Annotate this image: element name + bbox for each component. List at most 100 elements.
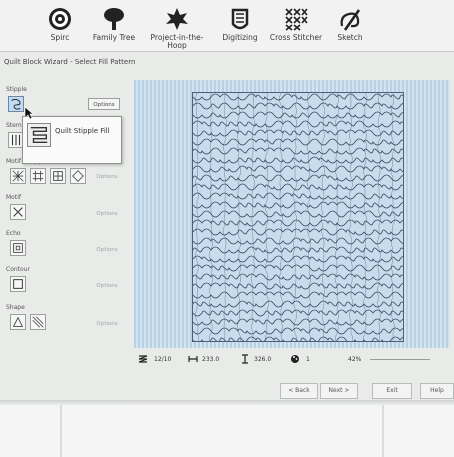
fill-preview-area[interactable]: [134, 80, 450, 348]
shape-options-button[interactable]: Options: [92, 318, 122, 330]
tool-digitizing[interactable]: Digitizing: [212, 6, 268, 52]
dialog-title: Quilt Block Wizard - Select Fill Pattern: [4, 58, 136, 66]
stipple-line: [192, 282, 410, 290]
motif-options-button[interactable]: Options: [92, 171, 122, 183]
stipple-line: [192, 228, 410, 236]
tool-spirc[interactable]: Spirc: [32, 6, 88, 52]
diamond-icon: [72, 170, 84, 182]
desk-surface: [0, 405, 454, 457]
next-button[interactable]: Next >: [320, 383, 358, 399]
tool-cross-stitcher[interactable]: Cross Stitcher: [268, 6, 324, 52]
stipple-line: [192, 255, 410, 263]
cross-stitch-icon: [285, 8, 308, 31]
stitch-count-value: 12/10: [154, 356, 172, 363]
height-value: 326.0: [254, 356, 272, 363]
motif-fill-option[interactable]: [10, 168, 26, 184]
stipple-line: [292, 92, 298, 346]
echo-icon: [13, 243, 23, 253]
stem-icon: [11, 134, 21, 146]
tooltip-thumbnail: [27, 123, 51, 147]
width-icon: [188, 356, 198, 362]
fill-type-panel: Stipple Options Stem Motif / Stipple / C…: [4, 72, 130, 372]
tool-family-tree[interactable]: Family Tree: [86, 6, 142, 52]
tool-cross-stitcher-label: Cross Stitcher: [269, 33, 323, 42]
stipple-line: [222, 92, 228, 346]
contour-label: Contour: [6, 266, 30, 273]
tool-spirc-label: Spirc: [50, 33, 70, 42]
stipple-tooltip: Quilt Stipple Fill: [22, 116, 122, 164]
stipple-icon: [11, 98, 21, 110]
stipple-alt-option[interactable]: [30, 168, 46, 184]
grid-icon: [53, 171, 63, 181]
echo-options-button[interactable]: Options: [92, 244, 122, 256]
shape-label: Shape: [6, 304, 25, 311]
stipple-line: [192, 192, 410, 200]
motif2-options-button[interactable]: Options: [92, 208, 122, 220]
shape-fill-option[interactable]: [10, 314, 26, 330]
crosshatch-shape-icon: [32, 316, 44, 328]
stipple-line: [192, 246, 410, 254]
tool-sketch[interactable]: Sketch: [322, 6, 378, 52]
tool-sketch-label: Sketch: [337, 33, 363, 42]
sketch-icon: [340, 9, 361, 31]
help-button[interactable]: Help: [420, 383, 454, 399]
width-value: 233.0: [202, 356, 220, 363]
tool-project-label: Project-in-the-Hoop: [150, 33, 204, 50]
mouse-cursor-icon: [24, 106, 34, 120]
height-icon: [242, 354, 248, 364]
digitizing-icon: [231, 8, 249, 30]
tool-family-tree-label: Family Tree: [92, 33, 136, 42]
stipple-line: [192, 93, 410, 101]
status-bar: 12/10 233.0 326.0 1 42%: [134, 352, 454, 368]
motif-grid-icon: [12, 170, 24, 182]
motif-alt-option[interactable]: [70, 168, 86, 184]
stipple-label: Stipple: [6, 86, 27, 93]
stipple-line: [192, 237, 410, 245]
contour-icon: [13, 279, 23, 289]
motif-pattern-icon: [13, 207, 23, 217]
motif2-label: Motif: [6, 194, 21, 201]
top-toolbar: Spirc Family Tree Project-in-the-Hoop Di…: [0, 0, 454, 52]
echo-label: Echo: [6, 230, 21, 237]
stipple-line: [362, 92, 368, 346]
stipple-line: [192, 273, 410, 281]
zoom-value: 42%: [348, 356, 362, 363]
exit-button[interactable]: Exit: [372, 383, 412, 399]
stipple-line: [192, 120, 410, 128]
crosshatch-option[interactable]: [50, 168, 66, 184]
screen: Spirc Family Tree Project-in-the-Hoop Di…: [0, 0, 454, 405]
shape-icon: [12, 316, 24, 327]
stipple-preview-icon: [30, 126, 48, 144]
spiral-icon: [49, 8, 71, 30]
tool-project-in-the-hoop[interactable]: Project-in-the-Hoop: [146, 6, 208, 52]
desk-seam-right: [382, 405, 384, 457]
stipple-options-button[interactable]: Options: [88, 98, 120, 110]
stipple-line: [192, 129, 410, 137]
contour-options-button[interactable]: Options: [92, 280, 122, 292]
crosshatch-icon: [32, 170, 44, 182]
echo-fill-option[interactable]: [10, 240, 26, 256]
stitch-count-icon: [138, 355, 148, 363]
stem-label: Stem: [6, 122, 22, 129]
stipple-line: [192, 291, 410, 299]
stipple-line: [192, 300, 410, 308]
stipple-line: [390, 92, 396, 346]
stipple-line: [192, 264, 410, 272]
color-count-value: 1: [306, 356, 310, 363]
motif2-fill-option[interactable]: [10, 204, 26, 220]
stipple-fill-option[interactable]: [8, 96, 24, 112]
shape-alt-option[interactable]: [30, 314, 46, 330]
tree-icon: [104, 8, 124, 30]
stipple-pattern-graphic: [192, 92, 410, 346]
stipple-line: [192, 201, 410, 209]
palette-icon: [291, 355, 299, 363]
tool-digitizing-label: Digitizing: [222, 33, 258, 42]
stipple-line: [192, 183, 410, 191]
contour-fill-option[interactable]: [10, 276, 26, 292]
tooltip-text: Quilt Stipple Fill: [55, 127, 110, 135]
stipple-pattern-preview: [192, 92, 410, 346]
zoom-slider[interactable]: [370, 359, 430, 360]
leaf-icon: [166, 8, 188, 30]
back-button[interactable]: < Back: [280, 383, 318, 399]
stipple-line: [306, 92, 312, 346]
